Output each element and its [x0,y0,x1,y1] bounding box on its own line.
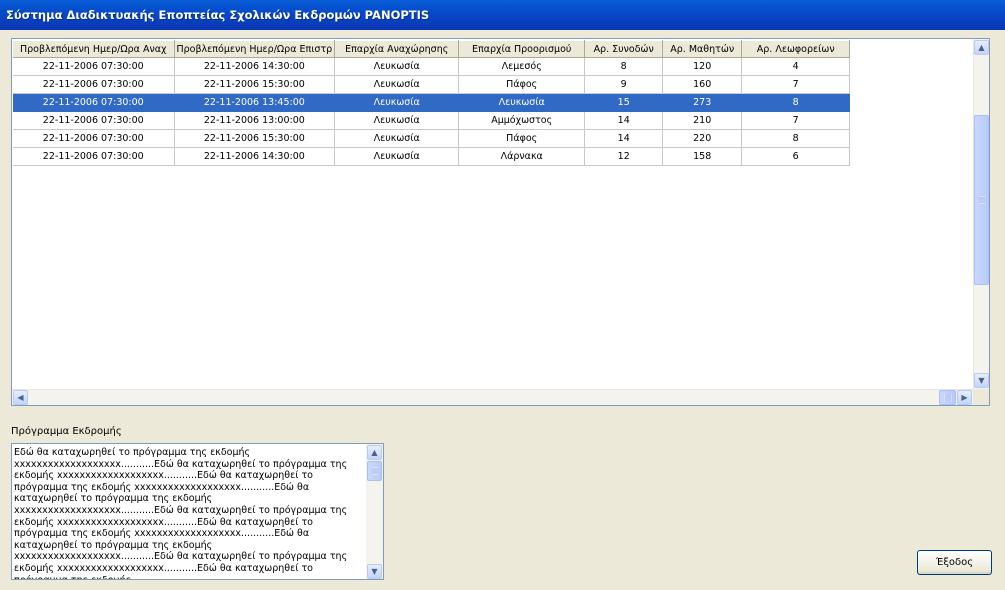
table-cell: 22-11-2006 13:00:00 [174,111,336,130]
table-cell: 8 [741,129,851,148]
table-cell: 7 [741,111,851,130]
program-scroll-thumb[interactable] [367,461,382,481]
window-title: Σύστημα Διαδικτυακής Εποπτείας Σχολικών … [6,8,430,22]
table-cell: 9 [584,75,664,94]
exit-button[interactable]: Έξοδος [917,550,992,575]
program-textarea[interactable]: Εδώ θα καταχωρηθεί το πρόγραμμα της εκδο… [11,443,384,580]
table-row[interactable]: 22-11-2006 07:30:00 22-11-2006 14:30:00 Λε… [13,57,851,76]
table-cell: 8 [584,57,664,76]
table-cell: Λευκωσία [334,147,460,166]
table-row[interactable]: 22-11-2006 07:30:00 22-11-2006 15:30:00 Λε… [13,75,851,94]
scroll-up-arrow-icon[interactable]: ▲ [974,40,989,55]
grid-header-row: Προβλεπόμενη Ημερ/Ωρα Αναχ Προβλεπόμενη Η… [13,40,851,58]
scroll-left-arrow-icon[interactable]: ◀ [13,390,28,405]
table-cell: 22-11-2006 07:30:00 [13,75,175,94]
table-cell: 22-11-2006 15:30:00 [174,129,336,148]
table-cell: 273 [662,93,743,112]
column-header[interactable]: Προβλεπόμενη Ημερ/Ωρα Επιστρ [174,40,336,58]
vertical-scroll-thumb[interactable] [974,115,989,285]
table-cell: 4 [741,57,851,76]
table-cell: 22-11-2006 07:30:00 [13,93,175,112]
column-header[interactable]: Αρ. Συνοδών [584,40,664,58]
table-cell: 220 [662,129,743,148]
scroll-down-arrow-icon[interactable]: ▼ [974,373,989,388]
table-cell: 6 [741,147,851,166]
scroll-up-arrow-icon[interactable]: ▲ [367,445,382,460]
table-cell: Λευκωσία [334,75,460,94]
table-cell: Λευκωσία [334,129,460,148]
table-cell: 160 [662,75,743,94]
table-cell: 8 [741,93,851,112]
column-header[interactable]: Αρ. Λεωφορείων [741,40,851,58]
grid-vertical-scrollbar[interactable]: ▲ ▼ [973,39,989,389]
table-cell: 22-11-2006 07:30:00 [13,147,175,166]
table-cell: Λευκωσία [458,93,586,112]
column-header[interactable]: Αρ. Μαθητών [662,40,743,58]
table-row[interactable]: 22-11-2006 07:30:00 22-11-2006 13:45:00 Λε… [13,93,851,112]
table-cell: Λευκωσία [334,57,460,76]
table-row[interactable]: 22-11-2006 07:30:00 22-11-2006 14:30:00 Λε… [13,147,851,166]
table-row[interactable]: 22-11-2006 07:30:00 22-11-2006 13:00:00 Λε… [13,111,851,130]
table-cell: 210 [662,111,743,130]
table-cell: Λεμεσός [458,57,586,76]
scroll-down-arrow-icon[interactable]: ▼ [367,564,382,579]
table-cell: Λευκωσία [334,93,460,112]
table-cell: Λευκωσία [334,111,460,130]
program-text: Εδώ θα καταχωρηθεί το πρόγραμμα της εκδο… [14,447,348,579]
table-cell: 22-11-2006 07:30:00 [13,57,175,76]
column-header[interactable]: Επαρχία Αναχώρησης [334,40,460,58]
table-cell: 158 [662,147,743,166]
horizontal-scroll-thumb[interactable] [939,390,956,405]
table-cell: 22-11-2006 07:30:00 [13,129,175,148]
table-cell: 7 [741,75,851,94]
program-label: Πρόγραμμα Εκδρομής [11,426,122,437]
table-cell: 22-11-2006 14:30:00 [174,57,336,76]
table-cell: 22-11-2006 14:30:00 [174,147,336,166]
table-cell: 15 [584,93,664,112]
table-cell: Πάφος [458,75,586,94]
trips-grid[interactable]: Προβλεπόμενη Ημερ/Ωρα Αναχ Προβλεπόμενη Η… [11,38,990,406]
table-cell: 120 [662,57,743,76]
scrollbar-corner [973,389,989,405]
table-cell: 22-11-2006 07:30:00 [13,111,175,130]
column-header[interactable]: Προβλεπόμενη Ημερ/Ωρα Αναχ [13,40,175,58]
column-header[interactable]: Επαρχία Προορισμού [458,40,586,58]
title-bar[interactable]: Σύστημα Διαδικτυακής Εποπτείας Σχολικών … [0,0,1005,30]
table-cell: 14 [584,111,664,130]
table-cell: 14 [584,129,664,148]
table-cell: Λάρνακα [458,147,586,166]
program-scrollbar[interactable]: ▲ ▼ [366,444,383,579]
table-cell: 22-11-2006 15:30:00 [174,75,336,94]
trips-table: Προβλεπόμενη Ημερ/Ωρα Αναχ Προβλεπόμενη Η… [13,40,851,166]
table-cell: 22-11-2006 13:45:00 [174,93,336,112]
table-cell: Πάφος [458,129,586,148]
table-cell: Αμμόχωστος [458,111,586,130]
table-row[interactable]: 22-11-2006 07:30:00 22-11-2006 15:30:00 Λε… [13,129,851,148]
grid-horizontal-scrollbar[interactable]: ◀ ▶ [12,389,973,405]
scroll-right-arrow-icon[interactable]: ▶ [957,390,972,405]
table-cell: 12 [584,147,664,166]
